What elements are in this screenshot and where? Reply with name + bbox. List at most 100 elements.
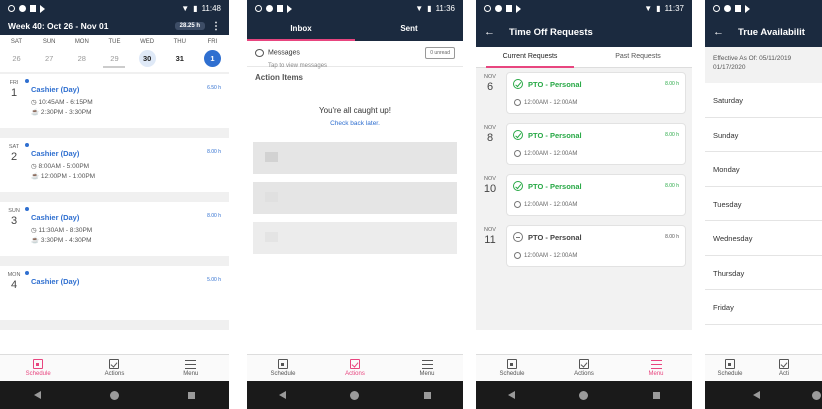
- shift-card[interactable]: MON 4 Cashier (Day) 5.00 h: [0, 266, 229, 320]
- bottom-tab-bar: Schedule Acti: [705, 354, 822, 381]
- play-icon: [516, 4, 521, 13]
- tab-menu[interactable]: Menu: [161, 359, 221, 377]
- tab-menu[interactable]: Menu: [397, 359, 457, 377]
- messages-row[interactable]: Messages Tap to view messages 0 unread: [247, 41, 463, 69]
- tab-label: Acti: [778, 371, 789, 377]
- sync-icon: [495, 5, 502, 12]
- home-icon[interactable]: [812, 390, 821, 400]
- request-item: NOV 11 PTO - Personal 8.00 h 12:00AM - 12…: [476, 221, 692, 272]
- shift-date: SAT 2: [6, 144, 22, 163]
- shift-card[interactable]: SUN 3 Cashier (Day) 8.00 h ◷ 11:30AM - 8:…: [0, 202, 229, 256]
- hamburger-icon: [421, 359, 433, 369]
- request-card[interactable]: PTO - Personal 8.00 h 12:00AM - 12:00AM: [506, 72, 686, 114]
- wifi-icon: ▼: [415, 4, 424, 13]
- shift-card[interactable]: FRI 1 Cashier (Day) 6.50 h ◷ 10:45AM - 6:…: [0, 74, 229, 128]
- back-icon[interactable]: [34, 391, 42, 399]
- tab-actions[interactable]: Actions: [84, 359, 144, 377]
- recents-icon[interactable]: [652, 391, 660, 399]
- availability-day-row[interactable]: Friday: [705, 290, 822, 325]
- break-icon: ☕: [31, 173, 41, 180]
- back-icon[interactable]: [508, 391, 516, 399]
- tab-schedule[interactable]: Schedule: [713, 359, 747, 377]
- shift-day-number: 2: [10, 151, 18, 163]
- request-time-row: 12:00AM - 12:00AM: [514, 201, 577, 208]
- request-date: NOV 6: [482, 74, 498, 93]
- placeholder-item: [253, 142, 457, 174]
- back-icon[interactable]: [753, 391, 760, 399]
- tab-actions[interactable]: Acti: [767, 359, 801, 377]
- recents-icon[interactable]: [187, 391, 195, 399]
- back-arrow-icon[interactable]: ←: [484, 26, 495, 38]
- home-icon[interactable]: [109, 390, 119, 400]
- availability-day-row[interactable]: Saturday: [705, 83, 822, 118]
- shift-break: 2:30PM - 3:30PM: [40, 109, 92, 116]
- tab-label: Actions: [345, 371, 365, 377]
- shift-card[interactable]: SAT 2 Cashier (Day) 8.00 h ◷ 8:00AM - 5:0…: [0, 138, 229, 192]
- availability-day-row[interactable]: Sunday: [705, 118, 822, 152]
- wifi-icon: ▼: [644, 4, 653, 13]
- circle-icon: [484, 5, 491, 12]
- status-time: 11:48: [201, 4, 221, 13]
- day-wed[interactable]: WED 30: [135, 39, 160, 71]
- shift-title: Cashier (Day): [31, 277, 80, 286]
- request-day: 6: [486, 81, 494, 93]
- availability-day-row[interactable]: Wednesday: [705, 221, 822, 256]
- page-title: Time Off Requests: [509, 26, 593, 38]
- home-icon[interactable]: [350, 390, 360, 400]
- home-icon[interactable]: [579, 390, 589, 400]
- shift-dow: SUN: [8, 208, 20, 214]
- tab-label: Menu: [183, 370, 199, 377]
- drag-handle[interactable]: [103, 66, 125, 68]
- shift-dow: SAT: [8, 144, 20, 150]
- day-mon[interactable]: MON 28: [69, 39, 94, 71]
- tab-menu[interactable]: Menu: [626, 359, 686, 377]
- tab-sent[interactable]: Sent: [355, 17, 463, 41]
- checkbox-icon: [779, 359, 789, 369]
- shift-date: SUN 3: [6, 208, 22, 227]
- back-icon[interactable]: [279, 391, 287, 399]
- day-fri[interactable]: FRI 1: [200, 39, 225, 71]
- tab-schedule[interactable]: Schedule: [482, 359, 542, 377]
- calendar-icon: [278, 359, 288, 369]
- tab-inbox[interactable]: Inbox: [247, 17, 355, 41]
- week-title: Week 40: Oct 26 - Nov 01: [8, 21, 109, 31]
- shift-hours: 6.50 h: [207, 85, 221, 91]
- day-sun[interactable]: SUN 27: [37, 39, 62, 71]
- tab-schedule[interactable]: Schedule: [8, 359, 68, 377]
- request-list: NOV 6 PTO - Personal 8.00 h 12:00AM - 12:…: [476, 68, 692, 330]
- recents-icon[interactable]: [423, 391, 431, 399]
- play-icon: [40, 4, 45, 13]
- kebab-menu-icon[interactable]: ⋮: [211, 21, 221, 32]
- new-dot-icon: [25, 79, 29, 83]
- availability-day-row[interactable]: Thursday: [705, 256, 822, 290]
- request-card[interactable]: PTO - Personal 8.00 h 12:00AM - 12:00AM: [506, 225, 686, 267]
- day-sat[interactable]: SAT 26: [4, 39, 29, 71]
- sync-icon: [19, 5, 26, 12]
- availability-day-row[interactable]: Tuesday: [705, 187, 822, 221]
- back-arrow-icon[interactable]: ←: [713, 26, 724, 38]
- request-hours: 8.00 h: [665, 81, 679, 87]
- new-dot-icon: [25, 271, 29, 275]
- tab-past-requests[interactable]: Past Requests: [584, 47, 692, 67]
- request-card[interactable]: PTO - Personal 8.00 h 12:00AM - 12:00AM: [506, 123, 686, 165]
- tab-current-requests[interactable]: Current Requests: [476, 47, 584, 68]
- availability-day-row[interactable]: Monday: [705, 152, 822, 187]
- tab-label: Menu: [648, 370, 664, 377]
- request-title: PTO - Personal: [528, 182, 582, 191]
- calendar-icon: [725, 359, 735, 369]
- request-time-row: 12:00AM - 12:00AM: [514, 150, 577, 157]
- request-item: NOV 10 PTO - Personal 8.00 h 12:00AM - 12…: [476, 170, 692, 221]
- status-time: 11:36: [435, 4, 455, 13]
- tab-actions[interactable]: Actions: [325, 359, 385, 377]
- sd-card-icon: [506, 5, 512, 12]
- day-label: SUN: [42, 39, 56, 45]
- tab-schedule[interactable]: Schedule: [253, 359, 313, 377]
- clock-icon: [514, 150, 521, 157]
- tab-actions[interactable]: Actions: [554, 359, 614, 377]
- play-icon: [287, 4, 292, 13]
- day-thu[interactable]: THU 31: [167, 39, 192, 71]
- circle-icon: [713, 5, 720, 12]
- request-title: PTO - Personal: [528, 233, 582, 242]
- request-card[interactable]: PTO - Personal 8.00 h 12:00AM - 12:00AM: [506, 174, 686, 216]
- day-label: THU: [173, 39, 186, 45]
